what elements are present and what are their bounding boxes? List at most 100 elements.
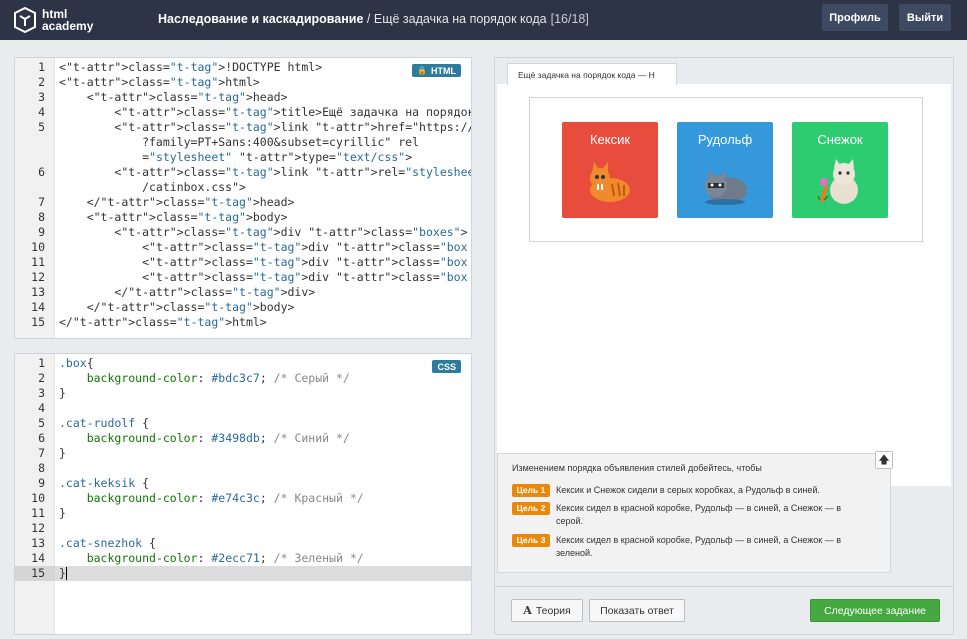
line-number: 11	[31, 506, 45, 520]
show-answer-button[interactable]: Показать ответ	[589, 599, 685, 622]
line-number: 9	[38, 225, 45, 239]
html-code-line[interactable]: 5 <"t-attr">class="t-tag">link "t-attr">…	[15, 120, 471, 135]
css-code-line[interactable]: 5 .cat-rudolf {	[15, 416, 471, 431]
code-text: <"t-attr">class="t-tag">div "t-attr">cla…	[59, 225, 468, 239]
css-code-line[interactable]: 13 .cat-snezhok {	[15, 536, 471, 551]
logo-icon	[14, 7, 36, 33]
task-title: Ещё задачка на порядок кода	[373, 12, 547, 26]
orange-cat-icon	[590, 162, 630, 202]
code-text: }	[59, 506, 66, 520]
white-cat-icon	[817, 159, 858, 204]
html-code-line[interactable]: 7 </"t-attr">class="t-tag">head>	[15, 195, 471, 210]
html-code-line[interactable]: /catinbox.css">	[15, 180, 471, 195]
box-label: Снежок	[817, 132, 863, 147]
html-code-line[interactable]: 8 <"t-attr">class="t-tag">body>	[15, 210, 471, 225]
line-number: 4	[38, 401, 45, 415]
html-code-line[interactable]: 15 </"t-attr">class="t-tag">html>	[15, 315, 471, 330]
line-number: 8	[38, 461, 45, 475]
css-code-line[interactable]: 11}	[15, 506, 471, 521]
html-code-line[interactable]: 2 <"t-attr">class="t-tag">html>	[15, 75, 471, 90]
html-code-line[interactable]: 3 <"t-attr">class="t-tag">head>	[15, 90, 471, 105]
html-code-line[interactable]: 10 <"t-attr">class="t-tag">div "t-attr">…	[15, 240, 471, 255]
code-text: background-color: #3498db; /* Синий */	[86, 431, 350, 445]
goal-tag: Цель 3	[512, 534, 550, 547]
html-code-line[interactable]: 13 </"t-attr">class="t-tag">div>	[15, 285, 471, 300]
boxes-container: Кексик Рудольф Снежок	[529, 97, 923, 242]
logo[interactable]: html academy	[14, 4, 93, 36]
code-text: <"t-attr">class="t-tag">body>	[59, 210, 288, 224]
line-number: 9	[38, 476, 45, 490]
html-code-line[interactable]: 11 <"t-attr">class="t-tag">div "t-attr">…	[15, 255, 471, 270]
css-code-lines: 1 .box{2 background-color: #bdc3c7; /* Се…	[15, 356, 471, 581]
css-code-line[interactable]: 14 background-color: #2ecc71; /* Зеленый…	[15, 551, 471, 566]
code-text: <"t-attr">class="t-tag">link "t-attr">hr…	[59, 120, 471, 134]
code-text: /catinbox.css">	[59, 180, 246, 194]
preview-panel: Кексик Рудольф Снежок Ещё задачка на пор…	[494, 57, 954, 635]
task-description: Изменением порядка объявления стилей доб…	[497, 453, 891, 573]
line-number: 15	[31, 315, 45, 329]
html-code-line[interactable]: 6 <"t-attr">class="t-tag">link "t-attr">…	[15, 165, 471, 180]
code-text: ?family=PT+Sans:400&subset=cyrillic" rel	[59, 135, 420, 149]
line-number: 3	[38, 90, 45, 104]
css-code-line[interactable]: 4	[15, 401, 471, 416]
css-badge: CSS	[432, 360, 461, 373]
code-text: }	[59, 386, 66, 400]
line-number: 10	[31, 240, 45, 254]
css-code-line[interactable]: 10 background-color: #e74c3c; /* Красный…	[15, 491, 471, 506]
page-title: Наследование и каскадирование / Ещё зада…	[158, 12, 589, 26]
line-number: 6	[38, 165, 45, 179]
css-editor[interactable]: 1 .box{2 background-color: #bdc3c7; /* Се…	[14, 353, 472, 635]
html-code-line[interactable]: ?family=PT+Sans:400&subset=cyrillic" rel	[15, 135, 471, 150]
theory-button[interactable]: A Теория	[511, 599, 583, 622]
html-code-line[interactable]: 14 </"t-attr">class="t-tag">body>	[15, 300, 471, 315]
css-code-line[interactable]: 8	[15, 461, 471, 476]
code-text: background-color: #bdc3c7; /* Серый */	[86, 371, 350, 385]
html-editor[interactable]: 1 <"t-attr">class="t-tag">!DOCTYPE html> 2…	[14, 57, 472, 339]
line-number: 8	[38, 210, 45, 224]
css-code-line[interactable]: 7}	[15, 446, 471, 461]
panel-footer: A Теория Показать ответ Следующее задание	[495, 586, 953, 634]
next-task-button[interactable]: Следующее задание	[810, 599, 940, 622]
line-number: 2	[38, 371, 45, 385]
goal-text: Кексик и Снежок сидели в серых коробках,…	[556, 485, 820, 495]
css-code-line[interactable]: 15}	[15, 566, 471, 581]
css-code-line[interactable]: 6 background-color: #3498db; /* Синий */	[15, 431, 471, 446]
goal-tag: Цель 2	[512, 502, 550, 515]
arrow-up-icon[interactable]: 🡅	[875, 451, 893, 469]
line-number: 6	[38, 431, 45, 445]
code-text: </"t-attr">class="t-tag">head>	[59, 195, 295, 209]
css-code-line[interactable]: 3}	[15, 386, 471, 401]
css-code-line[interactable]: 12	[15, 521, 471, 536]
code-text: <"t-attr">class="t-tag">div "t-attr">cla…	[59, 270, 468, 284]
line-number: 2	[38, 75, 45, 89]
css-code-line[interactable]: 1 .box{	[15, 356, 471, 371]
box-label: Рудольф	[697, 132, 753, 147]
line-number: 7	[38, 446, 45, 460]
lock-icon: 🔒	[417, 66, 427, 75]
goal-item: Цель 2 Кексик сидел в красной коробке, Р…	[512, 502, 856, 528]
line-number	[15, 150, 55, 165]
preview-tab[interactable]: Ещё задачка на порядок кода — Н	[507, 63, 677, 85]
code-text: </"t-attr">class="t-tag">body>	[59, 300, 295, 314]
css-code-line[interactable]: 2 background-color: #bdc3c7; /* Серый */	[15, 371, 471, 386]
code-text: .cat-rudolf {	[59, 416, 150, 430]
css-code-line[interactable]: 9 .cat-keksik {	[15, 476, 471, 491]
code-text: .cat-snezhok {	[59, 536, 156, 550]
profile-button[interactable]: Профиль	[822, 4, 888, 31]
box-keksik: Кексик	[562, 122, 658, 218]
line-number: 7	[38, 195, 45, 209]
html-code-line[interactable]: 9 <"t-attr">class="t-tag">div "t-attr">c…	[15, 225, 471, 240]
html-code-line[interactable]: 1 <"t-attr">class="t-tag">!DOCTYPE html>	[15, 60, 471, 75]
logout-button[interactable]: Выйти	[899, 4, 951, 31]
line-number: 12	[31, 270, 45, 284]
code-text: .box{	[59, 356, 94, 370]
html-badge: 🔒 HTML	[412, 64, 461, 77]
goal-item: Цель 3 Кексик сидел в красной коробке, Р…	[512, 534, 856, 560]
step-counter: [16/18]	[550, 12, 589, 26]
line-number: 1	[38, 60, 45, 74]
html-code-line[interactable]: 4 <"t-attr">class="t-tag">title>Ещё зада…	[15, 105, 471, 120]
html-code-line[interactable]: ="stylesheet" "t-attr">type="text/css">	[15, 150, 471, 165]
html-code-line[interactable]: 12 <"t-attr">class="t-tag">div "t-attr">…	[15, 270, 471, 285]
